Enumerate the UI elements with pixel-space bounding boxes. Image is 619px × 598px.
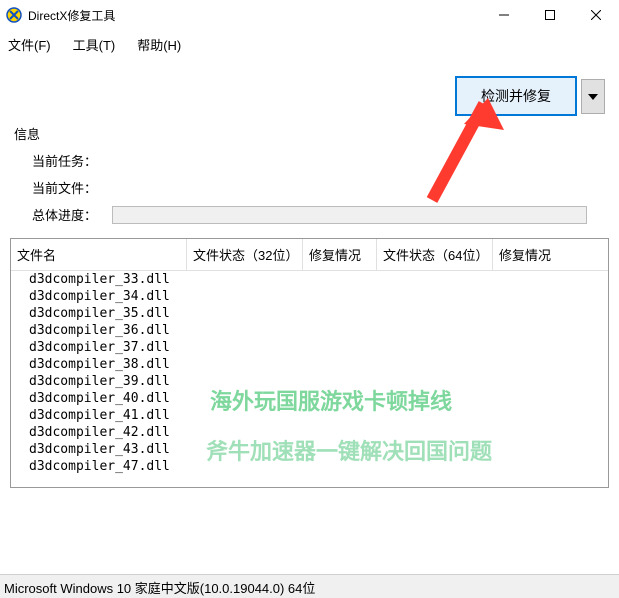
maximize-button[interactable] bbox=[527, 0, 573, 30]
table-header: 文件名 文件状态（32位） 修复情况 文件状态（64位） 修复情况 bbox=[11, 239, 608, 271]
progress-row: 总体进度： bbox=[32, 205, 605, 224]
progress-label: 总体进度： bbox=[32, 205, 112, 224]
menubar: 文件(F) 工具(T) 帮助(H) bbox=[0, 30, 619, 58]
os-version-text: Microsoft Windows 10 家庭中文版(10.0.19044.0)… bbox=[4, 581, 315, 596]
info-heading: 信息 bbox=[14, 124, 605, 143]
dropdown-button[interactable] bbox=[581, 79, 605, 114]
menu-file[interactable]: 文件(F) bbox=[8, 35, 51, 54]
close-button[interactable] bbox=[573, 0, 619, 30]
table-row[interactable]: d3dcompiler_33.dll bbox=[11, 271, 608, 288]
table-row[interactable]: d3dcompiler_47.dll bbox=[11, 458, 608, 475]
col-fix2[interactable]: 修复情况 bbox=[493, 239, 563, 270]
toolbar: 检测并修复 bbox=[0, 58, 619, 124]
table-row[interactable]: d3dcompiler_39.dll bbox=[11, 373, 608, 390]
table-row[interactable]: d3dcompiler_40.dll bbox=[11, 390, 608, 407]
table-body: d3dcompiler_33.dlld3dcompiler_34.dlld3dc… bbox=[11, 271, 608, 475]
table-row[interactable]: d3dcompiler_37.dll bbox=[11, 339, 608, 356]
col-filename[interactable]: 文件名 bbox=[11, 239, 187, 270]
statusbar: Microsoft Windows 10 家庭中文版(10.0.19044.0)… bbox=[0, 574, 619, 598]
col-status32[interactable]: 文件状态（32位） bbox=[187, 239, 303, 270]
col-status64[interactable]: 文件状态（64位） bbox=[377, 239, 493, 270]
table-row[interactable]: d3dcompiler_42.dll bbox=[11, 424, 608, 441]
current-task-label: 当前任务： bbox=[32, 151, 112, 170]
table-row[interactable]: d3dcompiler_36.dll bbox=[11, 322, 608, 339]
table-row[interactable]: d3dcompiler_38.dll bbox=[11, 356, 608, 373]
app-icon bbox=[6, 7, 22, 23]
current-file-label: 当前文件： bbox=[32, 178, 112, 197]
menu-tools[interactable]: 工具(T) bbox=[73, 35, 116, 54]
menu-help[interactable]: 帮助(H) bbox=[137, 35, 181, 54]
table-row[interactable]: d3dcompiler_43.dll bbox=[11, 441, 608, 458]
chevron-down-icon bbox=[588, 89, 598, 103]
titlebar: DirectX修复工具 bbox=[0, 0, 619, 30]
file-table[interactable]: 文件名 文件状态（32位） 修复情况 文件状态（64位） 修复情况 d3dcom… bbox=[10, 238, 609, 488]
current-file-row: 当前文件： bbox=[32, 178, 605, 197]
detect-repair-button[interactable]: 检测并修复 bbox=[455, 76, 577, 116]
col-fix1[interactable]: 修复情况 bbox=[303, 239, 377, 270]
info-section: 信息 当前任务： 当前文件： 总体进度： bbox=[0, 124, 619, 224]
table-row[interactable]: d3dcompiler_35.dll bbox=[11, 305, 608, 322]
current-task-row: 当前任务： bbox=[32, 151, 605, 170]
minimize-button[interactable] bbox=[481, 0, 527, 30]
table-row[interactable]: d3dcompiler_41.dll bbox=[11, 407, 608, 424]
window-controls bbox=[481, 0, 619, 30]
table-row[interactable]: d3dcompiler_34.dll bbox=[11, 288, 608, 305]
window-title: DirectX修复工具 bbox=[28, 7, 481, 24]
progress-bar bbox=[112, 206, 587, 224]
